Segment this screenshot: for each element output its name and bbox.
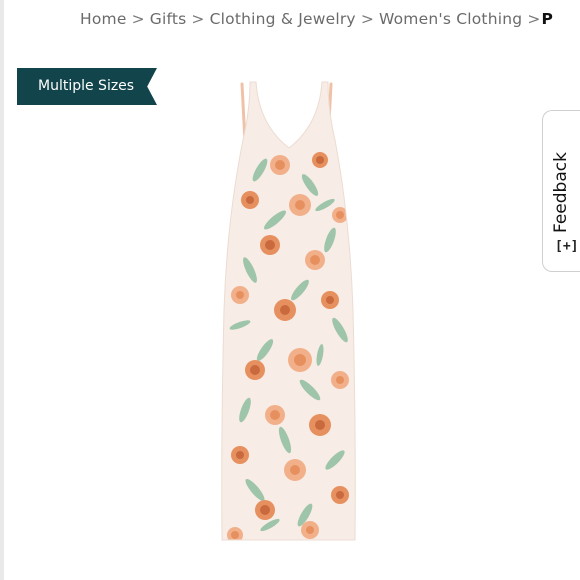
- feedback-button[interactable]: Feedback [+]: [542, 110, 580, 272]
- chevron-right-icon: >: [360, 10, 374, 28]
- plus-icon: [+]: [555, 239, 579, 254]
- breadcrumb: Home > Gifts > Clothing & Jewelry > Women's Cl…: [80, 8, 560, 30]
- page: Home > Gifts > Clothing & Jewelry > Women's Cl…: [0, 0, 580, 580]
- chevron-right-icon: >: [527, 10, 541, 28]
- page-edge: [0, 0, 4, 580]
- feedback-label: Feedback: [551, 152, 571, 233]
- breadcrumb-gifts[interactable]: Gifts: [150, 10, 187, 28]
- chevron-right-icon: >: [131, 10, 145, 28]
- breadcrumb-current: P: [541, 10, 554, 28]
- breadcrumb-home[interactable]: Home: [80, 10, 127, 28]
- breadcrumb-clothing-jewelry[interactable]: Clothing & Jewelry: [210, 10, 356, 28]
- multiple-sizes-badge: Multiple Sizes: [17, 68, 157, 105]
- floral-slip-dress-image[interactable]: [180, 70, 400, 555]
- breadcrumb-womens-clothing[interactable]: Women's Clothing: [379, 10, 522, 28]
- chevron-right-icon: >: [191, 10, 205, 28]
